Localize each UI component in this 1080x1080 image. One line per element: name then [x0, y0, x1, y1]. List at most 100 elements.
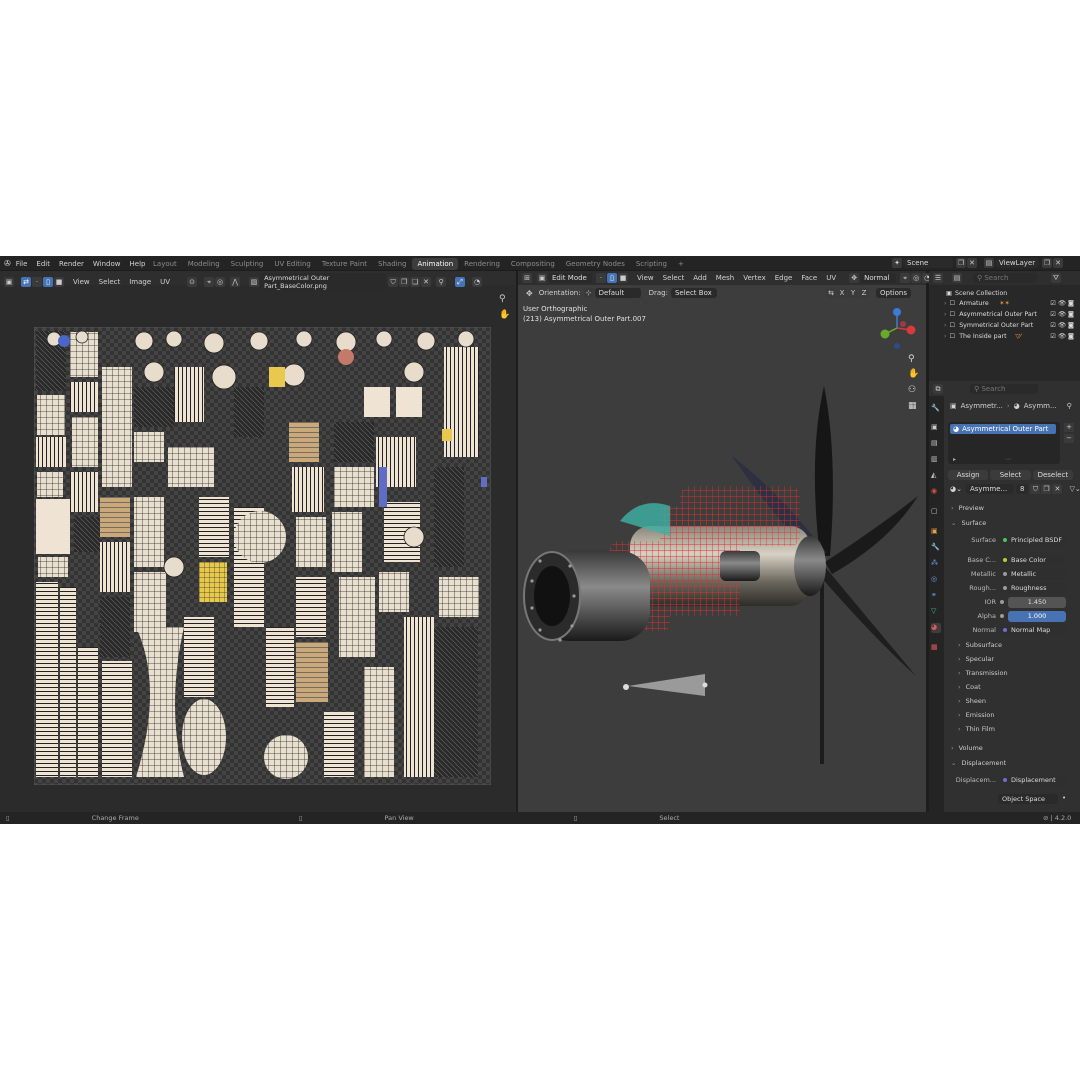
zoom-vp-icon[interactable]: ⚲ — [908, 354, 915, 364]
add-workspace-button[interactable]: + — [673, 258, 689, 270]
pin-props-icon[interactable]: ⚲ — [1067, 402, 1072, 410]
fake-user-icon[interactable]: ⛉ — [388, 277, 399, 287]
options-dropdown[interactable]: Options — [876, 288, 912, 298]
outliner-type-icon[interactable]: ☰ — [933, 273, 943, 283]
particles-tab-icon[interactable]: ⁂ — [931, 559, 941, 569]
tab-geometry-nodes[interactable]: Geometry Nodes — [561, 258, 630, 270]
deselect-button[interactable]: Deselect — [1032, 470, 1073, 480]
assign-button[interactable]: Assign — [948, 470, 989, 480]
properties-search[interactable]: ⚲ Search — [970, 384, 1038, 394]
move-tool-icon[interactable]: ✥ — [526, 289, 533, 298]
vp-menu-add[interactable]: Add — [693, 274, 707, 282]
edge-mode-icon[interactable]: ▯ — [607, 273, 617, 283]
uv-menu-image[interactable]: Image — [129, 278, 151, 286]
proportional-icon[interactable]: ◎ — [215, 277, 226, 287]
thin-film-panel[interactable]: Thin Film — [958, 725, 995, 733]
collection-tab-icon[interactable]: ▢ — [931, 507, 941, 517]
image-browse-icon[interactable]: ▨ — [249, 277, 260, 287]
vp-menu-uv[interactable]: UV — [826, 274, 836, 282]
sticky-select-icon[interactable]: ⋀ — [230, 277, 241, 287]
vp-menu-vertex[interactable]: Vertex — [743, 274, 766, 282]
material-tab-icon[interactable]: ◕ — [931, 623, 941, 633]
snap-icon[interactable]: ⌖ — [204, 277, 215, 287]
menu-file[interactable]: File — [16, 260, 28, 268]
uv-menu-view[interactable]: View — [73, 278, 90, 286]
scene-field[interactable]: Scene — [903, 258, 953, 268]
open-image-icon[interactable]: ❏ — [410, 277, 421, 287]
modifier-tab-icon[interactable]: 🔧 — [931, 543, 941, 553]
visibility-icons[interactable]: ☑ 👁 ◙ — [1050, 332, 1074, 340]
material-slot-item[interactable]: ◕ Asymmetrical Outer Part — [950, 424, 1056, 434]
emission-panel[interactable]: Emission — [958, 711, 995, 719]
filter-icon[interactable]: ⛛ — [1051, 273, 1061, 283]
outliner-item-asymmetrical[interactable]: › ☐ Asymmetrical Outer Part ☑ 👁 ◙ — [944, 309, 1074, 319]
edit-mode-icon[interactable]: ▣ — [537, 273, 547, 283]
new-scene-icon[interactable]: ❐ — [956, 258, 966, 268]
vp-menu-face[interactable]: Face — [801, 274, 817, 282]
proportional-vp-icon[interactable]: ◎ — [911, 273, 922, 283]
face-mode-icon[interactable]: ■ — [618, 273, 628, 283]
alpha-field[interactable]: 1.000 — [1008, 610, 1066, 622]
displacement-field[interactable]: Displacement — [1000, 774, 1066, 786]
delete-view-layer-icon[interactable]: ✕ — [1053, 258, 1063, 268]
vp-menu-view[interactable]: View — [637, 274, 654, 282]
physics-tab-icon[interactable]: ◎ — [931, 575, 941, 585]
shading-dropdown[interactable]: Normal — [860, 273, 897, 283]
remove-slot-button[interactable]: − — [1064, 434, 1074, 443]
tab-modeling[interactable]: Modeling — [183, 258, 225, 270]
sheen-panel[interactable]: Sheen — [958, 697, 986, 705]
delete-scene-icon[interactable]: ✕ — [967, 258, 977, 268]
face-select-icon[interactable]: ■ — [54, 277, 64, 287]
preview-panel-header[interactable]: Preview — [951, 504, 984, 512]
scene-collection-row[interactable]: ▣ Scene Collection — [946, 288, 1076, 298]
slot-expand-icon[interactable]: ▸ — [953, 456, 956, 463]
visibility-icons[interactable]: ☑ 👁 ◙ — [1050, 321, 1074, 329]
drag-dropdown[interactable]: Select Box — [670, 288, 717, 298]
view-layer-icon[interactable]: ▤ — [984, 258, 994, 268]
axis-z-button[interactable]: Z — [859, 288, 869, 298]
outliner-search[interactable]: ⚲ Search — [973, 273, 1037, 283]
data-tab-icon[interactable]: ▽ — [931, 607, 941, 617]
view-layer-field[interactable]: ViewLayer — [995, 258, 1039, 268]
world-tab-icon[interactable]: ◉ — [931, 487, 941, 497]
unlink-mat-icon[interactable]: ✕ — [1052, 484, 1063, 494]
visibility-icons[interactable]: ☑ 👁 ◙ — [1050, 299, 1074, 307]
axis-y-button[interactable]: Y — [848, 288, 858, 298]
menu-render[interactable]: Render — [59, 260, 84, 268]
tab-animation[interactable]: Animation — [412, 258, 459, 270]
render-tab-icon[interactable]: ▣ — [931, 423, 941, 433]
tab-layout[interactable]: Layout — [148, 258, 182, 270]
scene-icon[interactable]: ✦ — [892, 258, 902, 268]
overlay-icon[interactable]: ◔ — [472, 277, 483, 287]
material-browse-icon[interactable]: ◕⌄ — [950, 485, 962, 493]
mode-dropdown[interactable]: Edit Mode — [548, 273, 592, 283]
tool-tab-icon[interactable]: 🔧 — [931, 404, 941, 414]
viewport-editor-type-icon[interactable]: ⊞ — [522, 273, 532, 283]
scene-tab-icon[interactable]: ◭ — [931, 471, 941, 481]
tab-texture-paint[interactable]: Texture Paint — [317, 258, 372, 270]
breadcrumb-object[interactable]: Asymmetr... — [961, 402, 1003, 410]
navigation-gizmo[interactable] — [875, 302, 923, 352]
vp-menu-mesh[interactable]: Mesh — [716, 274, 734, 282]
uv-menu-uv[interactable]: UV — [160, 278, 170, 286]
normal-field[interactable]: Normal Map — [1000, 624, 1066, 636]
outliner-item-armature[interactable]: › ☐ Armature ✶✶ ☑ 👁 ◙ — [944, 298, 1074, 308]
slot-resize-handle[interactable]: ⋯ — [1005, 456, 1011, 463]
menu-window[interactable]: Window — [93, 260, 121, 268]
ior-field[interactable]: 1.450 — [1008, 596, 1066, 608]
view-layer-tab-icon[interactable]: ▥ — [931, 455, 941, 465]
unlink-image-icon[interactable]: ✕ — [421, 277, 432, 287]
new-image-icon[interactable]: ❐ — [399, 277, 410, 287]
tab-shading[interactable]: Shading — [373, 258, 411, 270]
fake-user-mat-icon[interactable]: ⛉ — [1030, 484, 1041, 494]
surface-panel-header[interactable]: Surface — [951, 519, 986, 527]
editor-type-icon[interactable]: ▣ — [4, 277, 14, 287]
menu-edit[interactable]: Edit — [36, 260, 50, 268]
pivot-icon[interactable]: ⊙ — [187, 277, 198, 287]
transform-orientation-icon[interactable]: ✥ — [849, 273, 860, 283]
image-name-field[interactable]: Asymmetrical Outer Part_BaseColor.png — [260, 273, 387, 291]
subsurface-panel[interactable]: Subsurface — [958, 641, 1002, 649]
tab-scripting[interactable]: Scripting — [631, 258, 672, 270]
select-button[interactable]: Select — [990, 470, 1031, 480]
hand-pan-icon[interactable]: ✋ — [499, 310, 510, 320]
